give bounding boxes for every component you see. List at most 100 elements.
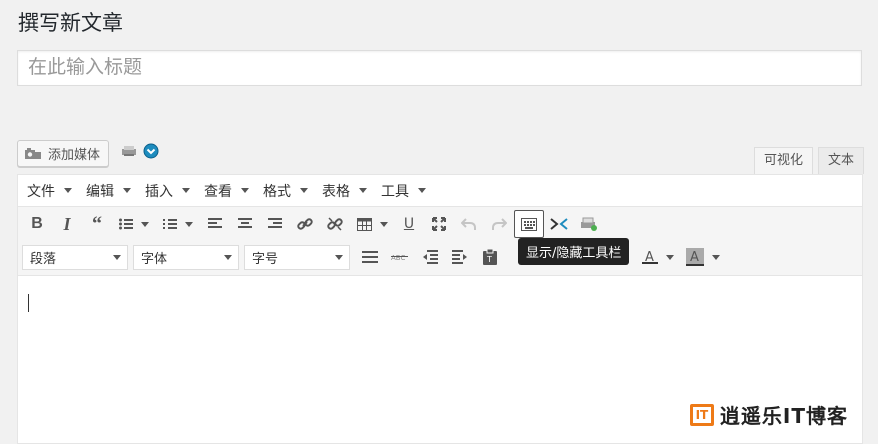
editor-mode-tabs: 可视化 文本 bbox=[753, 147, 864, 174]
tab-visual[interactable]: 可视化 bbox=[753, 147, 813, 174]
menu-format-label: 格式 bbox=[263, 183, 291, 200]
watermark-logo: IT bbox=[689, 403, 714, 426]
strikethrough-button[interactable]: ABC bbox=[385, 243, 415, 271]
menu-table-label: 表格 bbox=[322, 183, 350, 200]
background-color-button[interactable]: A bbox=[679, 243, 723, 271]
add-media-button[interactable]: 添加媒体 bbox=[17, 140, 110, 167]
caret-down-icon bbox=[666, 254, 674, 260]
underline-icon: U bbox=[403, 216, 415, 232]
editor-toolbars: B I “ U 显示/隐藏工具栏 段落 字体 字号 ABC T A A bbox=[18, 207, 862, 276]
toolbar-toggle-icon bbox=[521, 217, 537, 231]
media-icon bbox=[24, 146, 42, 162]
align-left-icon bbox=[208, 218, 222, 230]
bullet-list-button[interactable] bbox=[112, 210, 156, 238]
table-icon bbox=[357, 217, 372, 231]
font-select-value: 字体 bbox=[141, 251, 168, 267]
italic-button[interactable]: I bbox=[52, 210, 82, 238]
italic-icon: I bbox=[63, 213, 71, 234]
align-right-button[interactable] bbox=[260, 210, 290, 238]
text-cursor bbox=[28, 294, 29, 312]
caret-down-icon bbox=[113, 254, 121, 260]
menu-insert[interactable]: 插入 bbox=[138, 175, 197, 206]
unlink-button[interactable] bbox=[320, 210, 350, 238]
printer-icon bbox=[580, 217, 598, 231]
fullscreen-icon bbox=[432, 217, 446, 231]
link-button[interactable] bbox=[290, 210, 320, 238]
justify-button[interactable] bbox=[355, 243, 385, 271]
numbered-list-icon bbox=[163, 218, 177, 230]
bullet-list-icon bbox=[119, 218, 133, 230]
numbered-list-button[interactable] bbox=[156, 210, 200, 238]
caret-down-icon bbox=[123, 188, 131, 193]
size-select[interactable]: 字号 bbox=[244, 244, 350, 270]
menu-tools[interactable]: 工具 bbox=[374, 175, 433, 206]
menu-file-label: 文件 bbox=[27, 183, 55, 200]
table-button[interactable] bbox=[350, 210, 394, 238]
svg-text:T: T bbox=[486, 255, 492, 264]
menu-view-label: 查看 bbox=[204, 183, 232, 200]
caret-down-icon bbox=[185, 221, 193, 227]
svg-text:A: A bbox=[690, 250, 699, 265]
fullscreen-button[interactable] bbox=[424, 210, 454, 238]
toolbar-toggle-button[interactable] bbox=[514, 210, 544, 238]
blockquote-button[interactable]: “ bbox=[82, 210, 112, 238]
caret-down-icon bbox=[64, 188, 72, 193]
caret-down-icon bbox=[300, 188, 308, 193]
caret-down-icon bbox=[224, 254, 232, 260]
bold-button[interactable]: B bbox=[22, 210, 52, 238]
caret-down-icon bbox=[359, 188, 367, 193]
menu-edit[interactable]: 编辑 bbox=[79, 175, 138, 206]
unlink-icon bbox=[327, 216, 343, 232]
caret-down-icon bbox=[418, 188, 426, 193]
printer-icon[interactable] bbox=[121, 145, 137, 157]
redo-button[interactable] bbox=[484, 210, 514, 238]
undo-button[interactable] bbox=[454, 210, 484, 238]
paste-text-button[interactable]: T bbox=[475, 243, 505, 271]
outdent-button[interactable] bbox=[415, 243, 445, 271]
undo-icon bbox=[461, 217, 477, 231]
svg-text:ABC: ABC bbox=[391, 254, 405, 262]
menu-format[interactable]: 格式 bbox=[256, 175, 315, 206]
menu-view[interactable]: 查看 bbox=[197, 175, 256, 206]
paste-text-icon: T bbox=[483, 249, 497, 265]
font-select[interactable]: 字体 bbox=[133, 244, 239, 270]
code-button[interactable] bbox=[544, 210, 574, 238]
background-color-icon: A bbox=[686, 248, 704, 266]
menu-table[interactable]: 表格 bbox=[315, 175, 374, 206]
indent-button[interactable] bbox=[445, 243, 475, 271]
align-left-button[interactable] bbox=[200, 210, 230, 238]
format-select[interactable]: 段落 bbox=[22, 244, 128, 270]
watermark-text: 逍遥乐IT博客 bbox=[719, 404, 848, 428]
caret-down-icon bbox=[141, 221, 149, 227]
text-color-button[interactable]: A bbox=[635, 243, 679, 271]
tab-text[interactable]: 文本 bbox=[817, 147, 864, 174]
bold-icon: B bbox=[31, 215, 43, 232]
code-icon bbox=[550, 218, 568, 230]
blockquote-icon: “ bbox=[92, 212, 102, 235]
justify-icon bbox=[362, 251, 378, 263]
add-media-label: 添加媒体 bbox=[48, 148, 101, 163]
align-center-icon bbox=[238, 218, 252, 230]
post-title-input[interactable] bbox=[17, 50, 862, 86]
underline-button[interactable]: U bbox=[394, 210, 424, 238]
size-select-value: 字号 bbox=[252, 251, 279, 267]
page-title: 撰写新文章 bbox=[18, 11, 123, 35]
indent-icon bbox=[452, 250, 468, 264]
align-right-icon bbox=[268, 218, 282, 230]
format-select-value: 段落 bbox=[30, 251, 57, 267]
text-color-icon: A bbox=[642, 249, 658, 265]
align-center-button[interactable] bbox=[230, 210, 260, 238]
caret-down-icon bbox=[182, 188, 190, 193]
download-icon[interactable] bbox=[143, 143, 159, 159]
menu-edit-label: 编辑 bbox=[86, 183, 114, 200]
toolbar-tooltip: 显示/隐藏工具栏 bbox=[518, 238, 630, 265]
toolbar-row-1: B I “ U bbox=[22, 208, 604, 240]
link-icon bbox=[297, 216, 313, 232]
editor-menubar: 文件 编辑 插入 查看 格式 表格 工具 bbox=[18, 175, 862, 207]
rich-text-editor: 文件 编辑 插入 查看 格式 表格 工具 B I “ U 显示/隐藏工具栏 段落… bbox=[17, 174, 863, 444]
menu-file[interactable]: 文件 bbox=[20, 175, 79, 206]
outdent-icon bbox=[422, 250, 438, 264]
menu-tools-label: 工具 bbox=[381, 183, 409, 200]
print-button[interactable] bbox=[574, 210, 604, 238]
strikethrough-icon: ABC bbox=[391, 251, 409, 263]
